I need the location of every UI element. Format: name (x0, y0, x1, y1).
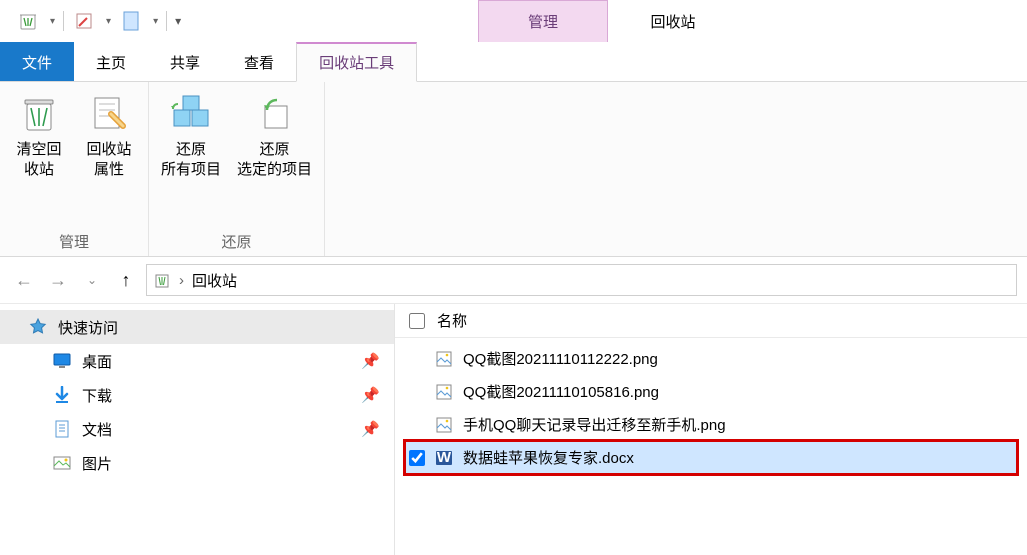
titlebar-spacer (738, 0, 1027, 42)
qat-separator (63, 11, 64, 31)
nav-recent-dropdown[interactable]: ⌄ (78, 266, 106, 294)
file-list: QQ截图20211110112222.png QQ截图20211110105816… (395, 338, 1027, 474)
star-icon (28, 317, 48, 337)
ribbon-group-title: 管理 (4, 227, 144, 254)
qat-overflow-icon[interactable]: ▾ (153, 16, 158, 27)
address-box[interactable]: › 回收站 (146, 264, 1017, 296)
nav-label: 快速访问 (58, 317, 118, 338)
file-row[interactable]: W 数据蛙苹果恢复专家.docx (405, 441, 1017, 474)
file-row[interactable]: QQ截图20211110105816.png (405, 375, 1017, 408)
recycle-bin-empty-icon (17, 92, 61, 136)
pin-icon: 📌 (361, 352, 380, 370)
tab-view[interactable]: 查看 (222, 42, 296, 81)
tab-home[interactable]: 主页 (74, 42, 148, 81)
restore-all-button[interactable]: 还原 所有项目 (153, 88, 229, 227)
image-file-icon (435, 383, 453, 401)
qat-customize-icon[interactable]: ▾ (175, 14, 181, 28)
new-blank-icon[interactable] (119, 9, 143, 33)
pin-icon: 📌 (361, 420, 380, 438)
breadcrumb-separator: › (179, 272, 184, 289)
tab-label: 文件 (22, 52, 52, 73)
file-row[interactable]: 手机QQ聊天记录导出迁移至新手机.png (405, 408, 1017, 441)
image-file-icon (435, 416, 453, 434)
file-list-pane: 名称 QQ截图20211110112222.png QQ截图20211110105… (395, 304, 1027, 555)
nav-label: 文档 (82, 419, 112, 440)
select-all-checkbox[interactable] (409, 313, 425, 329)
address-bar: ← → ⌄ ↑ › 回收站 (0, 257, 1027, 303)
context-tab-manage[interactable]: 管理 (478, 0, 608, 42)
window-title-text: 回收站 (651, 11, 696, 32)
tab-label: 共享 (170, 52, 200, 73)
context-tab-label: 管理 (528, 11, 558, 32)
desktop-icon (52, 351, 72, 371)
navigation-pane: 快速访问 桌面 📌 下载 📌 文档 📌 图片 (0, 304, 395, 555)
column-header-name[interactable]: 名称 (437, 310, 467, 331)
nav-pictures[interactable]: 图片 (0, 446, 394, 480)
ribbon-group-title: 还原 (153, 227, 320, 254)
button-label: 清空回 收站 (16, 140, 61, 179)
nav-back-button[interactable]: ← (10, 266, 38, 294)
title-bar: ▾ ▾ ▾ ▾ 管理 回收站 (0, 0, 1027, 42)
nav-downloads[interactable]: 下载 📌 (0, 378, 394, 412)
button-label: 还原 所有项目 (161, 140, 221, 179)
nav-desktop[interactable]: 桌面 📌 (0, 344, 394, 378)
nav-forward-button[interactable]: → (44, 266, 72, 294)
ribbon-group-manage: 清空回 收站 回收站 属性 管理 (0, 82, 149, 256)
window-title: 回收站 (608, 0, 738, 42)
nav-quick-access[interactable]: 快速访问 (0, 310, 394, 344)
button-label: 回收站 属性 (86, 140, 131, 179)
file-name: QQ截图20211110112222.png (463, 348, 658, 369)
recycle-bin-small-icon (153, 271, 171, 289)
qat-dropdown-icon[interactable]: ▾ (106, 16, 111, 27)
nav-up-button[interactable]: ↑ (112, 266, 140, 294)
tab-share[interactable]: 共享 (148, 42, 222, 81)
titlebar-spacer (189, 0, 478, 42)
nav-label: 图片 (82, 453, 112, 474)
file-name: 手机QQ聊天记录导出迁移至新手机.png (463, 414, 726, 435)
quick-access-toolbar: ▾ ▾ ▾ ▾ (0, 0, 189, 42)
breadcrumb-location[interactable]: 回收站 (192, 270, 237, 291)
documents-icon (52, 419, 72, 439)
tab-file[interactable]: 文件 (0, 42, 74, 81)
qat-separator (166, 11, 167, 31)
downloads-icon (52, 385, 72, 405)
restore-selected-icon (253, 92, 297, 136)
file-row-checkbox[interactable] (409, 450, 425, 466)
ribbon-group-restore: 还原 所有项目 还原 选定的项目 还原 (149, 82, 325, 256)
tab-label: 回收站工具 (319, 52, 394, 73)
nav-label: 桌面 (82, 351, 112, 372)
qat-dropdown-icon[interactable]: ▾ (50, 16, 55, 27)
svg-text:W: W (437, 449, 452, 466)
word-file-icon: W (435, 449, 453, 467)
image-file-icon (435, 350, 453, 368)
file-row[interactable]: QQ截图20211110112222.png (405, 342, 1017, 375)
properties-icon[interactable] (72, 9, 96, 33)
ribbon-tabs: 文件 主页 共享 查看 回收站工具 (0, 42, 1027, 82)
file-name: QQ截图20211110105816.png (463, 381, 659, 402)
pictures-icon (52, 453, 72, 473)
properties-sheet-icon (87, 92, 131, 136)
file-name: 数据蛙苹果恢复专家.docx (463, 447, 634, 468)
tab-label: 主页 (96, 52, 126, 73)
pin-icon: 📌 (361, 386, 380, 404)
button-label: 还原 选定的项目 (237, 140, 312, 179)
tab-label: 查看 (244, 52, 274, 73)
nav-documents[interactable]: 文档 📌 (0, 412, 394, 446)
recycle-bin-properties-button[interactable]: 回收站 属性 (74, 88, 144, 227)
ribbon: 清空回 收站 回收站 属性 管理 还原 所有项目 还 (0, 82, 1027, 257)
restore-all-icon (169, 92, 213, 136)
nav-label: 下载 (82, 385, 112, 406)
empty-recycle-bin-button[interactable]: 清空回 收站 (4, 88, 74, 227)
content-split: 快速访问 桌面 📌 下载 📌 文档 📌 图片 (0, 303, 1027, 555)
restore-selected-button[interactable]: 还原 选定的项目 (229, 88, 320, 227)
tab-recycle-tools[interactable]: 回收站工具 (296, 42, 417, 82)
list-header: 名称 (395, 304, 1027, 338)
recycle-bin-icon[interactable] (16, 9, 40, 33)
